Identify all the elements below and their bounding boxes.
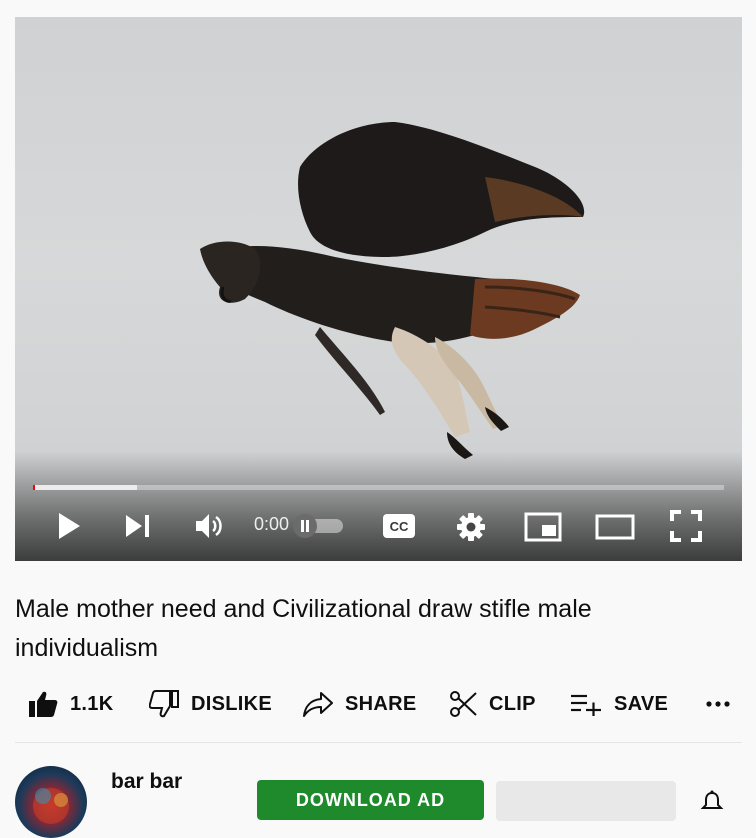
- progress-loaded: [33, 485, 137, 490]
- next-icon: [126, 515, 149, 537]
- captions-button[interactable]: CC: [381, 511, 417, 541]
- progress-played: [33, 485, 35, 490]
- video-player[interactable]: 0:00 CC: [15, 17, 742, 561]
- progress-bar[interactable]: [33, 485, 724, 490]
- svg-text:CC: CC: [390, 519, 409, 534]
- dislike-button[interactable]: DISLIKE: [149, 682, 272, 726]
- time-display: 0:00: [254, 514, 290, 534]
- channel-avatar[interactable]: [15, 766, 87, 838]
- controls-gradient: [15, 451, 742, 561]
- volume-icon: [196, 514, 222, 538]
- more-horizontal-icon: [706, 701, 730, 707]
- like-button[interactable]: 1.1K: [28, 682, 113, 726]
- share-button[interactable]: SHARE: [303, 682, 417, 726]
- video-title: Male mother need and Civilizational draw…: [15, 595, 592, 662]
- avatar-image: [33, 788, 69, 824]
- captions-icon: CC: [383, 514, 415, 538]
- volume-button[interactable]: [193, 511, 225, 541]
- theater-mode-button[interactable]: [595, 513, 635, 541]
- channel-name[interactable]: bar bar: [111, 770, 182, 794]
- save-button[interactable]: SAVE: [570, 682, 668, 726]
- action-bar: 1.1K DISLIKE SHARE CLIP SAVE: [0, 682, 756, 726]
- pause-icon: [293, 514, 317, 538]
- thumbs-down-icon: [149, 690, 179, 718]
- fullscreen-icon: [670, 510, 702, 542]
- play-button[interactable]: [53, 509, 85, 543]
- more-actions-button[interactable]: [705, 682, 743, 726]
- theater-icon: [595, 514, 635, 540]
- miniplayer-button[interactable]: [524, 511, 562, 543]
- bell-icon: [700, 790, 724, 809]
- share-label: SHARE: [345, 692, 417, 715]
- download-ad-button[interactable]: DOWNLOAD AD: [257, 780, 484, 820]
- autoplay-toggle[interactable]: [293, 514, 345, 538]
- secondary-button[interactable]: [496, 781, 676, 821]
- playlist-add-icon: [571, 694, 601, 716]
- notification-button[interactable]: [700, 790, 724, 814]
- fullscreen-button[interactable]: [669, 509, 703, 543]
- share-icon: [303, 692, 333, 717]
- miniplayer-icon: [524, 512, 562, 542]
- save-label: SAVE: [614, 692, 669, 715]
- clip-label: CLIP: [489, 692, 536, 715]
- next-button[interactable]: [123, 511, 153, 541]
- clip-button[interactable]: CLIP: [449, 682, 536, 726]
- like-count: 1.1K: [70, 692, 114, 715]
- scissors-icon: [450, 691, 477, 717]
- play-icon: [59, 513, 80, 539]
- divider: [15, 742, 742, 743]
- thumbs-up-icon: [29, 691, 58, 717]
- gear-icon: [457, 513, 485, 541]
- settings-button[interactable]: [455, 511, 487, 543]
- dislike-label: DISLIKE: [191, 692, 272, 715]
